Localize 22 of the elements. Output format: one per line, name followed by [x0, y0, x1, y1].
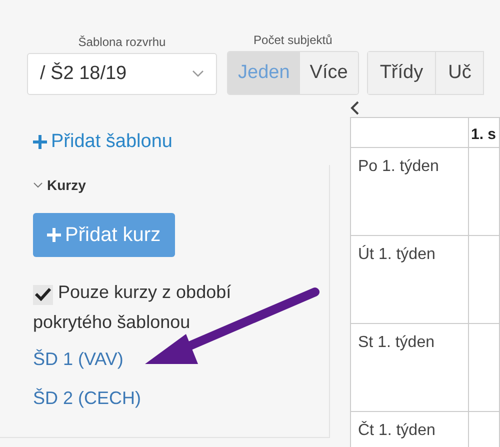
- previous-icon[interactable]: [350, 101, 360, 117]
- chevron-icon: [33, 182, 43, 188]
- section-toggle[interactable]: Kurzy: [33, 177, 86, 193]
- segment-button[interactable]: Více: [300, 52, 358, 94]
- chevron-down-icon: [192, 70, 204, 78]
- row-heading: St 1. týden: [358, 334, 434, 352]
- template-select[interactable]: / Š2 18/19: [27, 53, 217, 95]
- view-tab[interactable]: Třídy: [368, 52, 436, 94]
- row-heading: Po 1. týden: [358, 158, 439, 176]
- field-label: Počet subjektů: [254, 33, 332, 47]
- course-link[interactable]: ŠD 2 (CECH): [33, 382, 142, 415]
- row-heading: Út 1. týden: [358, 246, 436, 264]
- field-label: Šablona rozvrhu: [78, 35, 166, 49]
- checkbox[interactable]: [33, 284, 53, 304]
- row-heading: Čt 1. týden: [358, 422, 436, 440]
- plus-icon: [47, 228, 61, 242]
- add-template-link[interactable]: Přidat šablonu: [33, 131, 172, 153]
- plus-icon: [33, 135, 47, 149]
- column-heading: 1. s: [471, 126, 496, 143]
- course-link[interactable]: ŠD 1 (VAV): [33, 343, 124, 376]
- filter-checkbox[interactable]: Pouze kurzy z období pokrytého šablonou: [33, 277, 313, 337]
- view-tab[interactable]: Uč: [436, 52, 484, 94]
